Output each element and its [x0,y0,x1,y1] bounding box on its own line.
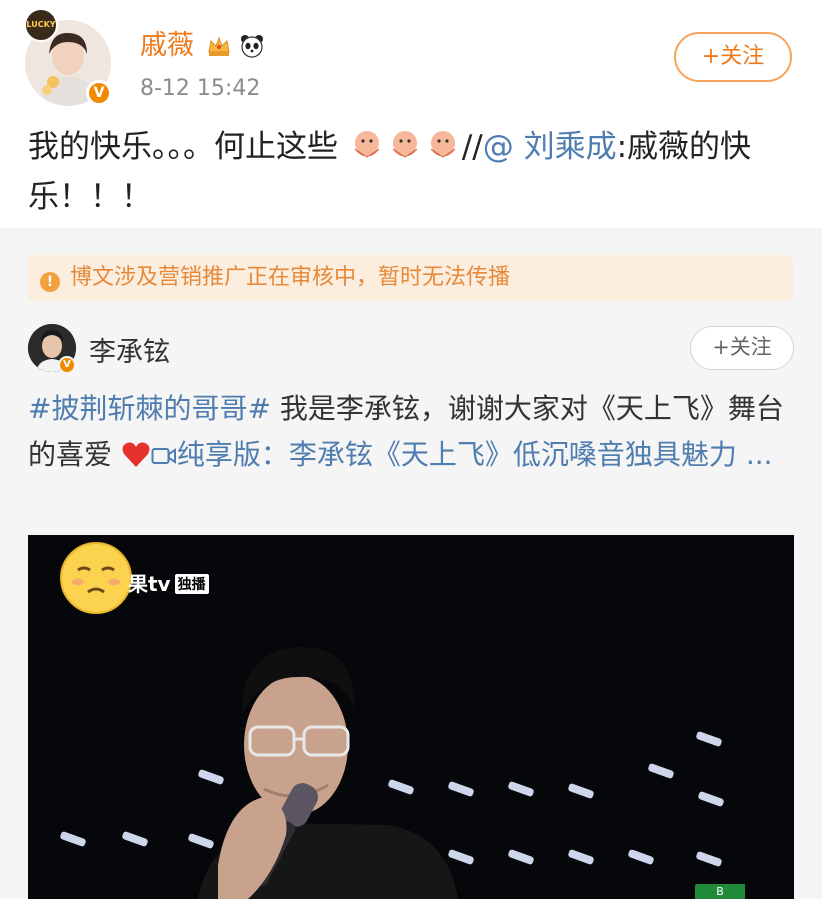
sheepish-smile-emoji-icon [60,542,132,614]
video-watermark: 果tv 独播 [128,568,209,597]
post-text: 我的快乐。。。何止这些 //@ 刘乘成:戚薇的快乐！！！ [28,122,794,222]
fan-emoji-icon [354,131,380,158]
repost-username[interactable]: 李承铉 [89,330,170,369]
crown-icon [208,36,230,56]
post-timestamp: 8-12 15:42 [140,76,261,101]
expand-ellipsis[interactable]: ... [737,438,773,471]
warning-icon: ! [40,272,60,292]
video-link[interactable]: 纯享版：李承铉《天上飞》低沉嗓音独具魅力 [177,438,737,471]
fan-emoji-icon [430,131,456,158]
review-notice: ! 博文涉及营销推广正在审核中，暂时无法传播 [28,255,793,301]
repost-text: #披荆斩棘的哥哥# 我是李承铉，谢谢大家对《天上飞》舞台的喜爱 纯享版：李承铉《… [28,386,798,478]
watermark-text: 果tv [128,572,171,596]
red-heart-icon [122,442,150,467]
video-camera-icon[interactable] [151,445,177,467]
watermark-tag: 独播 [174,574,209,594]
repost-separator: // [461,129,483,165]
follow-button[interactable]: +关注 [674,32,792,82]
verified-badge-icon: V [86,80,112,106]
repost-follow-button[interactable]: +关注 [690,326,794,370]
username[interactable]: 戚薇 [140,30,194,62]
verified-badge-icon: V [58,356,76,374]
hashtag-link[interactable]: #披荆斩棘的哥哥# [28,392,271,425]
mention-link[interactable]: @ 刘乘成 [483,129,617,165]
lucky-badge-icon: LUCKY [24,8,58,42]
post-text-main: 我的快乐。。。何止这些 [28,129,338,165]
corner-logo: B [695,884,745,899]
panda-icon [241,35,263,58]
fan-emoji-icon [392,131,418,158]
review-notice-text: 博文涉及营销推广正在审核中，暂时无法传播 [70,265,511,290]
